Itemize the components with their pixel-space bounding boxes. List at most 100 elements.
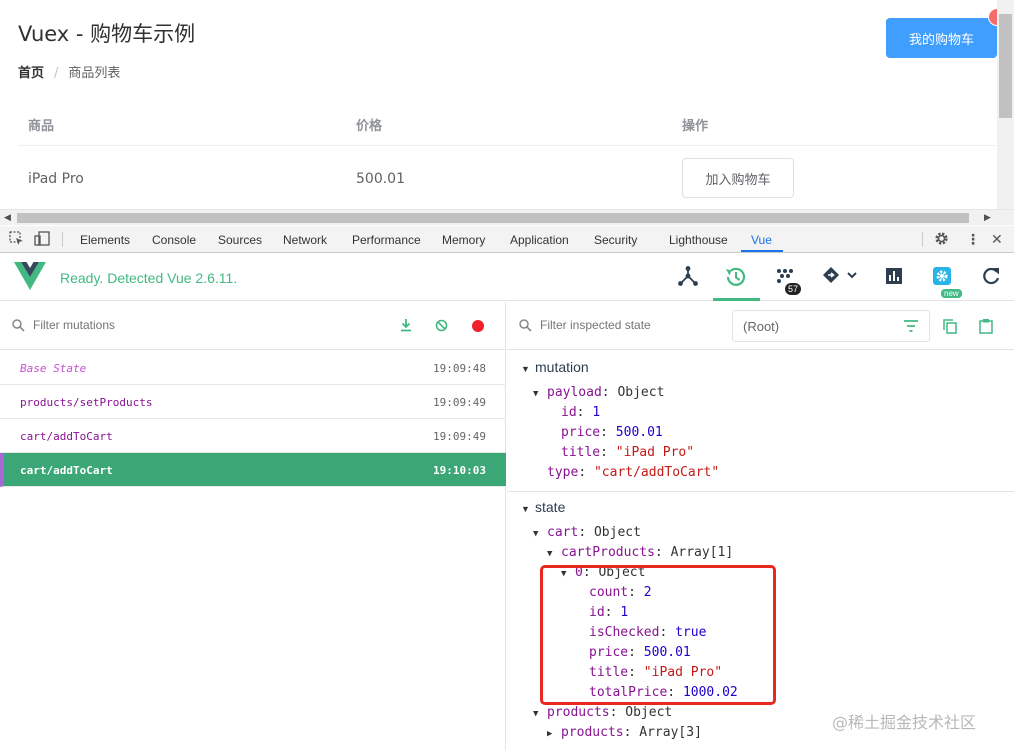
section-divider [507,491,1014,492]
gear-icon[interactable] [934,231,949,249]
components-tree-icon[interactable] [675,264,701,290]
paste-icon[interactable] [979,318,993,339]
tab-memory[interactable]: Memory [442,233,485,247]
horizontal-scrollbar-thumb[interactable] [17,213,969,223]
breadcrumb: 首页 / 商品列表 [18,62,120,81]
copy-icon[interactable] [943,319,957,339]
breadcrumb-home[interactable]: 首页 [18,66,44,81]
expand-icon: ▶ [547,729,553,739]
mutation-item-selected[interactable]: cart/addToCart 19:10:03 [0,453,506,487]
device-toolbar-icon[interactable] [34,231,50,249]
search-icon [519,319,532,337]
my-cart-button[interactable]: 我的购物车 [886,18,997,58]
payload-price-row: price: 500.01 [561,425,663,440]
state-section-title[interactable]: ▼ state [521,499,565,515]
red-highlight-box [540,565,776,705]
payload-title-row: title: "iPad Pro" [561,445,695,460]
state-filter-bar: (Root) [507,302,1014,350]
tab-sources[interactable]: Sources [218,233,262,247]
header-action: 操作 [682,119,709,134]
product-name: iPad Pro [28,171,84,187]
horizontal-scrollbar[interactable]: ◀ ▶ [0,209,1014,225]
close-icon[interactable]: ✕ [991,231,1003,248]
inspect-element-icon[interactable] [9,231,24,249]
tab-divider [62,232,63,247]
refresh-icon[interactable] [978,264,1004,290]
search-icon [12,319,25,337]
revert-all-icon[interactable] [435,319,448,337]
more-menu-icon[interactable]: ⋮ [966,231,980,248]
state-cartproducts-row[interactable]: ▼ cartProducts: Array[1] [547,545,733,560]
vertical-scrollbar-thumb[interactable] [999,14,1012,118]
vue-status-text: Ready. Detected Vue 2.6.11. [60,270,238,286]
state-products-row[interactable]: ▼ products: Object [533,705,672,720]
collapse-icon: ▼ [533,709,539,719]
watermark: @稀土掘金技术社区 [832,713,977,732]
payload-row[interactable]: ▼ payload: Object [533,385,664,400]
tab-vue[interactable]: Vue [751,233,772,247]
mutation-filter-bar [0,302,506,350]
mutation-section-title[interactable]: ▼ mutation [521,359,589,375]
tab-security[interactable]: Security [594,233,637,247]
mutation-name: products/setProducts [20,396,153,409]
mutation-item[interactable]: cart/addToCart 19:09:49 [0,419,506,453]
devtools-tab-bar: Elements Console Sources Network Perform… [0,226,1014,253]
tab-divider [922,232,923,247]
mutation-name: cart/addToCart [20,464,113,477]
page-title: Vuex - 购物车示例 [18,22,196,46]
header-product: 商品 [28,119,55,134]
mutation-type-row: type: "cart/addToCart" [547,465,720,480]
table-header: 商品 价格 操作 [18,100,996,146]
mutation-time: 19:09:49 [433,396,486,409]
settings-icon[interactable] [929,264,955,290]
collapse-icon: ▼ [521,504,530,514]
new-badge: new [941,289,962,298]
scroll-right-icon[interactable]: ▶ [984,212,991,223]
filter-state-input[interactable] [540,318,720,332]
active-tab-indicator [741,250,783,252]
filter-mutations-input[interactable] [33,318,373,332]
state-inspector-pane: (Root) ▼mutation ▼payload: Object id: 1 … [507,302,1014,750]
collapse-icon: ▼ [547,549,553,559]
filter-icon [903,319,919,338]
vuex-history-icon[interactable] [723,264,749,290]
mutation-item[interactable]: Base State 19:09:48 [0,351,506,385]
record-icon[interactable] [472,320,484,332]
breadcrumb-current: 商品列表 [68,66,121,81]
routing-icon[interactable] [820,264,862,290]
active-tool-indicator [713,298,760,301]
payload-id-row: id: 1 [561,405,601,420]
root-selector[interactable]: (Root) [732,310,930,342]
tab-application[interactable]: Application [510,233,569,247]
mutation-time: 19:09:48 [433,362,486,375]
tab-network[interactable]: Network [283,233,327,247]
add-to-cart-button[interactable]: 加入购物车 [682,158,794,198]
table-row: iPad Pro 500.01 加入购物车 [18,146,996,209]
vue-devtools-header: Ready. Detected Vue 2.6.11. [0,253,1014,301]
page-preview: Vuex - 购物车示例 首页 / 商品列表 我的购物车 商品 价格 操作 iPad… [0,0,1014,209]
mutation-history-pane: Base State 19:09:48 products/setProducts… [0,302,506,750]
tab-console[interactable]: Console [152,233,196,247]
performance-chart-icon[interactable] [881,264,907,290]
mutation-time: 19:09:49 [433,430,486,443]
scroll-left-icon[interactable]: ◀ [4,212,11,223]
tab-performance[interactable]: Performance [352,233,421,247]
performance-count-badge: 57 [785,283,802,295]
mutation-name: Base State [20,362,87,375]
tab-elements[interactable]: Elements [80,233,130,247]
header-price: 价格 [356,119,383,134]
collapse-icon: ▼ [533,389,539,399]
commit-all-icon[interactable] [399,318,413,337]
state-cart-row[interactable]: ▼ cart: Object [533,525,641,540]
collapse-icon: ▼ [533,529,539,539]
vue-logo-icon [14,262,46,295]
state-products-array-row[interactable]: ▶ products: Array[3] [547,725,702,740]
mutation-time: 19:10:03 [433,464,486,477]
collapse-icon: ▼ [521,364,530,374]
product-table: 商品 价格 操作 iPad Pro 500.01 加入购物车 [18,100,996,209]
mutation-item[interactable]: products/setProducts 19:09:49 [0,385,506,419]
root-selector-label: (Root) [743,319,780,334]
product-price: 500.01 [356,171,405,187]
mutation-name: cart/addToCart [20,430,113,443]
tab-lighthouse[interactable]: Lighthouse [669,233,728,247]
